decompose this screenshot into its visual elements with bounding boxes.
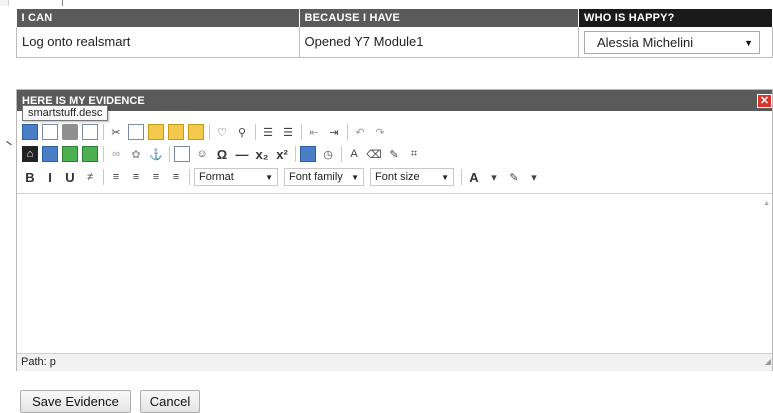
spellcheck-icon[interactable]: ♡: [214, 124, 230, 140]
superscript-icon[interactable]: x²: [274, 146, 290, 162]
toolbar-separator: [103, 124, 104, 140]
format-dropdown[interactable]: Format ▼: [194, 168, 278, 186]
chevron-down-icon: ▼: [265, 172, 273, 182]
font-family-dropdown-label: Font family: [289, 171, 343, 183]
editor-toolbar-row-2: ⌂ ∞ ✿ ⚓ ☺ Ω — x₂ x² ◷ A ⌫ ✎ ⌗: [22, 144, 426, 164]
bullet-list-icon[interactable]: ☰: [260, 124, 276, 140]
toolbar-separator: [255, 124, 256, 140]
connector-line: [2, 141, 12, 151]
toolbar-separator: [461, 169, 462, 185]
header-because-i-have: BECAUSE I HAVE: [299, 9, 579, 27]
page-edge-strip: [0, 0, 9, 6]
strikethrough-icon[interactable]: ≠: [82, 169, 98, 185]
toolbar-separator: [341, 146, 342, 162]
redo-icon[interactable]: ↷: [372, 124, 388, 140]
print-icon[interactable]: [62, 124, 78, 140]
bold-icon[interactable]: B: [22, 169, 38, 185]
because-cell: Opened Y7 Module1: [298, 27, 579, 58]
scroll-up-icon[interactable]: ▲: [763, 200, 770, 207]
toolbar-separator: [103, 146, 104, 162]
indent-icon[interactable]: ⇥: [326, 124, 342, 140]
toolbar-separator: [209, 124, 210, 140]
align-center-icon[interactable]: ≡: [128, 169, 144, 185]
path-label: Path: p: [21, 356, 56, 368]
numbered-list-icon[interactable]: ☰: [280, 124, 296, 140]
edit-image-icon[interactable]: [174, 146, 190, 162]
cloud-upload-icon[interactable]: ⌂: [22, 146, 38, 162]
text-color-icon[interactable]: A: [466, 169, 482, 185]
preview-icon[interactable]: [42, 124, 58, 140]
align-justify-icon[interactable]: ≡: [168, 169, 184, 185]
find-icon[interactable]: ⚲: [234, 124, 250, 140]
source-icon[interactable]: [22, 124, 38, 140]
anchor-icon[interactable]: ⚓: [148, 146, 164, 162]
chevron-down-icon[interactable]: ▾: [486, 169, 502, 185]
i-can-cell: Log onto realsmart: [16, 27, 300, 58]
evidence-header: HERE IS MY EVIDENCE ✕: [17, 90, 772, 111]
chevron-down-icon[interactable]: ▾: [526, 169, 542, 185]
subscript-icon[interactable]: x₂: [254, 146, 270, 162]
underline-icon[interactable]: U: [62, 169, 78, 185]
insert-time-icon[interactable]: ◷: [320, 146, 336, 162]
tooltip: smartstuff.desc: [22, 105, 109, 121]
insert-template-icon[interactable]: [82, 146, 98, 162]
editor-toolbar-row-1: ✂ ♡ ⚲ ☰ ☰ ⇤ ⇥ ↶ ↷: [22, 122, 392, 142]
toolbar-separator: [189, 169, 190, 185]
i-can-table: I CAN BECAUSE I HAVE WHO IS HAPPY? Log o…: [16, 9, 773, 58]
cut-icon[interactable]: ✂: [108, 124, 124, 140]
new-page-icon[interactable]: [82, 124, 98, 140]
font-size-dropdown-label: Font size: [375, 171, 420, 183]
toolbar-separator: [103, 169, 104, 185]
copy-icon[interactable]: [128, 124, 144, 140]
table-row: Log onto realsmart Opened Y7 Module1 Ale…: [16, 27, 773, 58]
page-edge-mark: [62, 0, 63, 6]
evidence-panel: HERE IS MY EVIDENCE ✕ ✂ ♡ ⚲ ☰ ☰ ⇤ ⇥ ↶ ↷ …: [16, 89, 773, 371]
header-i-can: I CAN: [16, 9, 300, 27]
rich-text-editor[interactable]: ▲: [17, 193, 772, 343]
toolbar-separator: [347, 124, 348, 140]
who-cell: Alessia Michelini ▼: [578, 27, 773, 58]
chevron-down-icon: ▼: [351, 172, 359, 182]
font-size-dropdown[interactable]: Font size ▼: [370, 168, 454, 186]
paste-text-icon[interactable]: [168, 124, 184, 140]
link-icon[interactable]: ∞: [108, 146, 124, 162]
close-icon[interactable]: ✕: [757, 93, 772, 108]
header-who-is-happy: WHO IS HAPPY?: [578, 9, 773, 27]
italic-icon[interactable]: I: [42, 169, 58, 185]
horizontal-rule-icon[interactable]: —: [234, 146, 250, 162]
toolbar-separator: [169, 146, 170, 162]
cancel-button[interactable]: Cancel: [140, 390, 200, 413]
highlight-color-icon[interactable]: ✎: [506, 169, 522, 185]
insert-file-icon[interactable]: [42, 146, 58, 162]
resize-handle-icon[interactable]: ◢: [765, 353, 771, 370]
chevron-down-icon: ▼: [744, 37, 753, 48]
insert-media-icon[interactable]: [62, 146, 78, 162]
toolbar-separator: [301, 124, 302, 140]
undo-icon[interactable]: ↶: [352, 124, 368, 140]
outdent-icon[interactable]: ⇤: [306, 124, 322, 140]
font-family-dropdown[interactable]: Font family ▼: [284, 168, 364, 186]
html-icon[interactable]: ⌗: [406, 146, 422, 162]
format-dropdown-label: Format: [199, 171, 234, 183]
unlink-icon[interactable]: ✿: [128, 146, 144, 162]
clear-format-icon[interactable]: ⌫: [366, 146, 382, 162]
paste-icon[interactable]: [148, 124, 164, 140]
cleanup-icon[interactable]: ✎: [386, 146, 402, 162]
align-left-icon[interactable]: ≡: [108, 169, 124, 185]
align-right-icon[interactable]: ≡: [148, 169, 164, 185]
editor-path-bar: Path: p ◢: [17, 353, 772, 371]
editor-toolbar-row-3: B I U ≠ ≡ ≡ ≡ ≡ Format ▼ Font family ▼ F…: [22, 167, 546, 187]
paste-word-icon[interactable]: [188, 124, 204, 140]
who-is-happy-select[interactable]: Alessia Michelini ▼: [584, 31, 760, 55]
special-char-icon[interactable]: Ω: [214, 146, 230, 162]
smiley-icon[interactable]: ☺: [194, 146, 210, 162]
insert-date-icon[interactable]: [300, 146, 316, 162]
table-header-row: I CAN BECAUSE I HAVE WHO IS HAPPY?: [16, 9, 773, 27]
who-select-value: Alessia Michelini: [597, 35, 694, 51]
chevron-down-icon: ▼: [441, 172, 449, 182]
save-evidence-button[interactable]: Save Evidence: [20, 390, 131, 413]
styles-icon[interactable]: A: [346, 146, 362, 162]
toolbar-separator: [295, 146, 296, 162]
